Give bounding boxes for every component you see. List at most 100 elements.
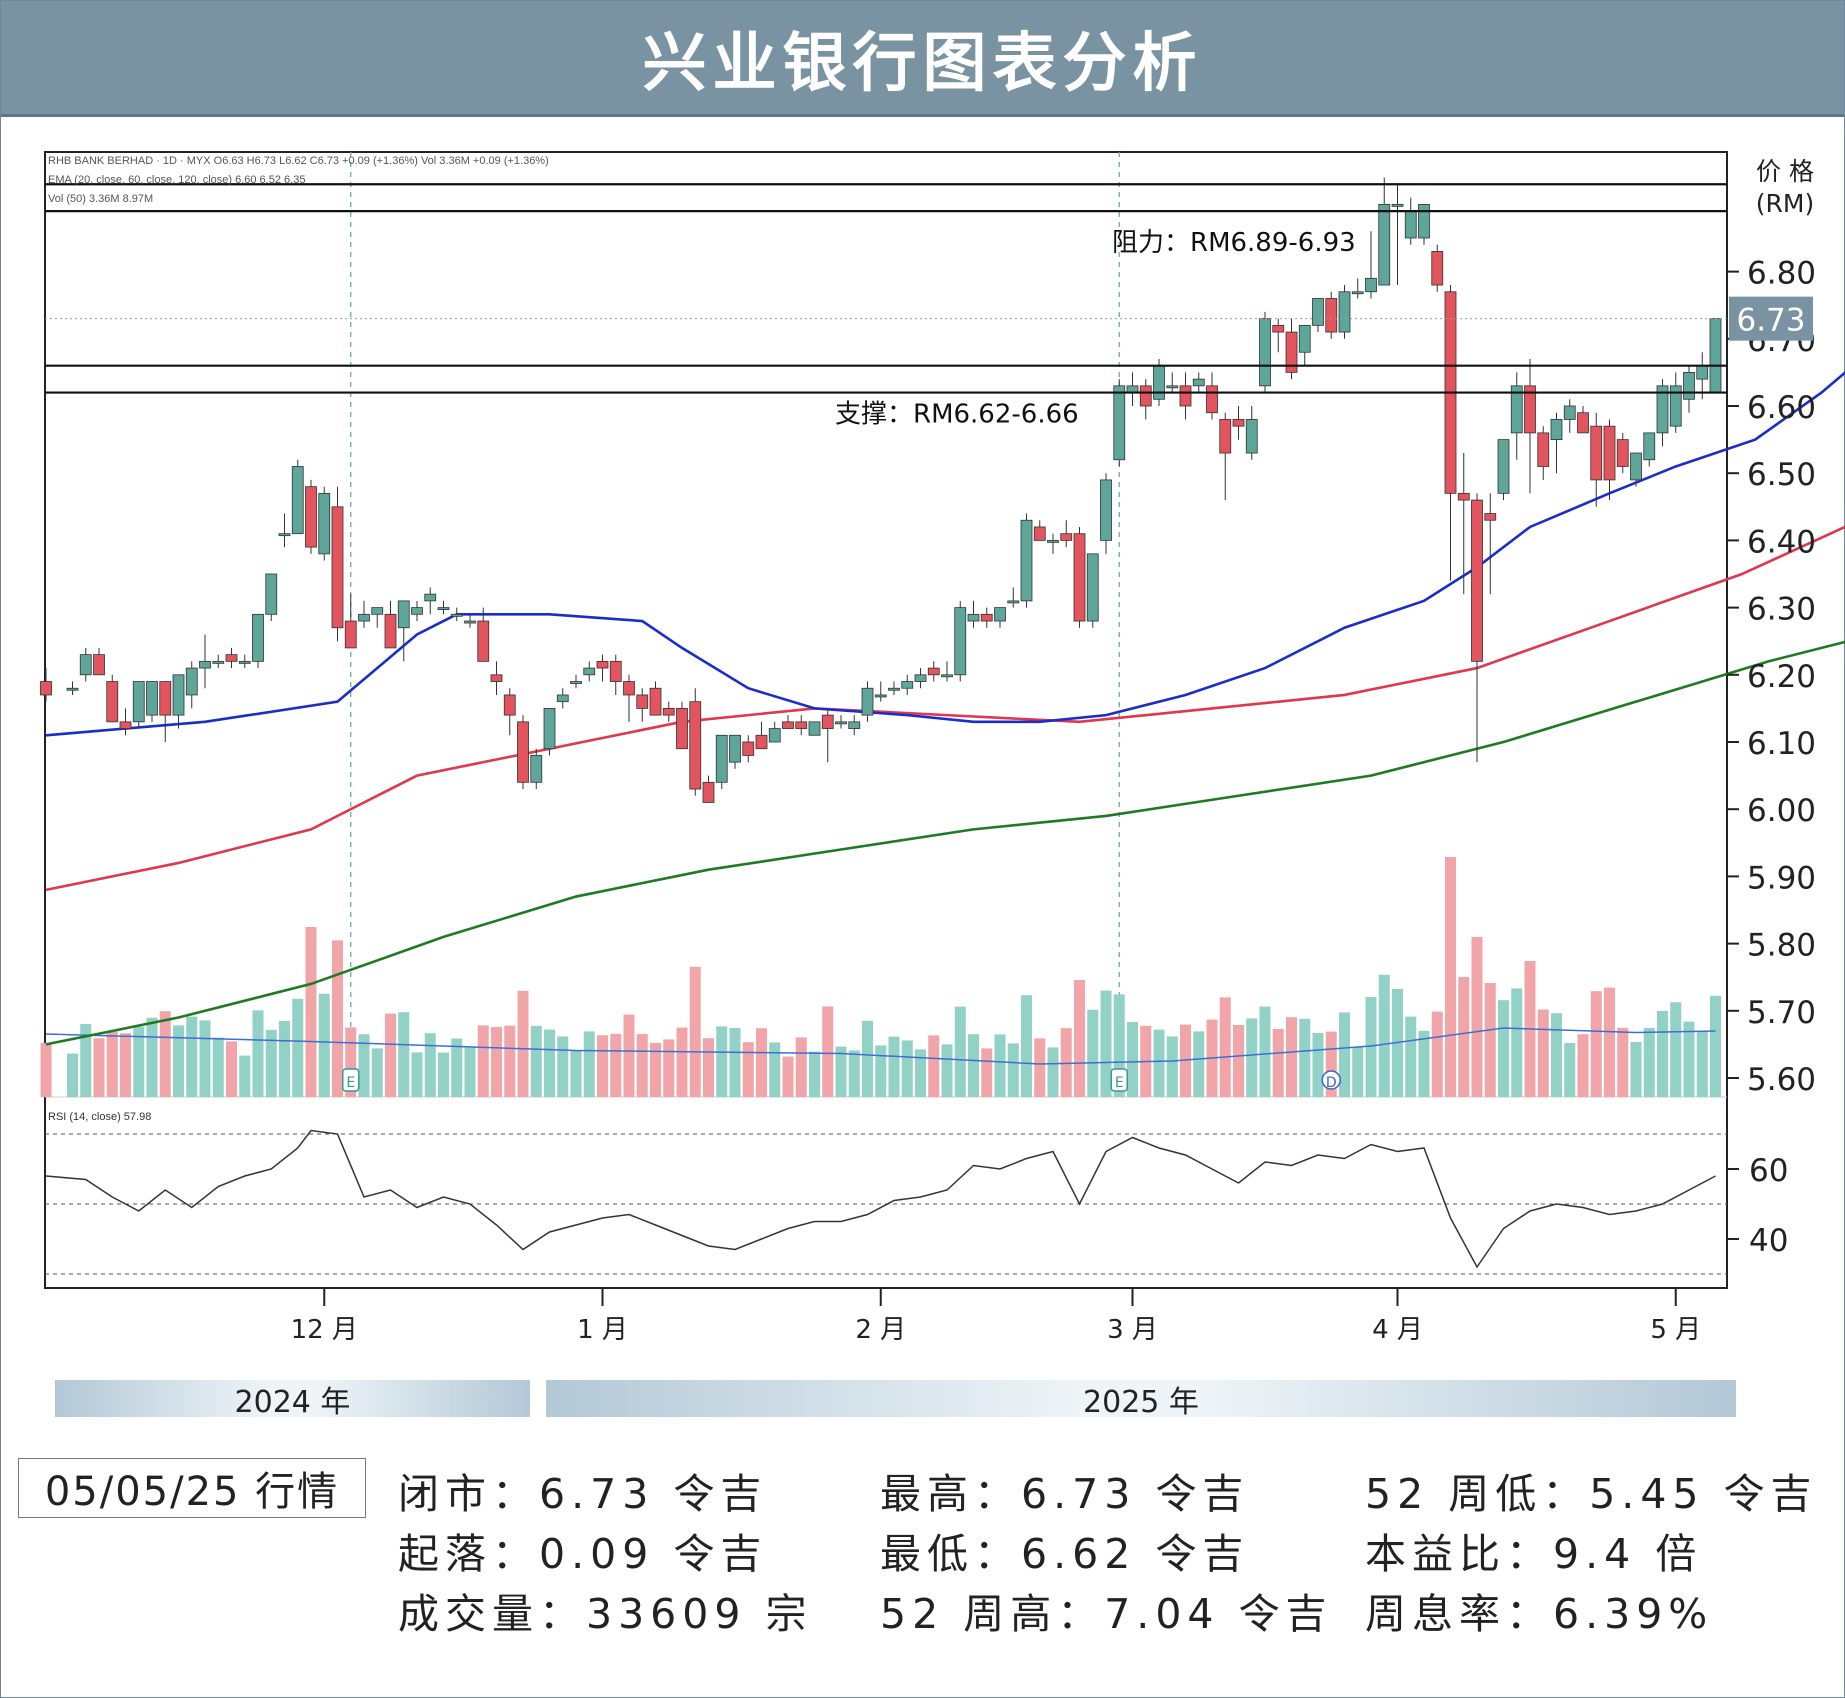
year-label-2025: 2025 年 — [546, 1380, 1736, 1420]
rsi-tick-label: 40 — [1749, 1223, 1788, 1259]
volume-bar — [663, 1039, 675, 1097]
volume-bar — [1405, 1016, 1417, 1097]
volume-bar — [1034, 1038, 1046, 1097]
candle-body — [1232, 419, 1245, 427]
candle-body — [265, 573, 278, 615]
volume-bar — [252, 1010, 264, 1097]
candle-body — [795, 721, 808, 729]
volume-bar — [901, 1040, 913, 1097]
price-tick-label: 5.60 — [1747, 1062, 1816, 1098]
volume-bar — [981, 1048, 993, 1097]
volume-bar — [1233, 1025, 1244, 1097]
volume-bar — [1511, 988, 1523, 1097]
price-tick-label: 6.80 — [1747, 256, 1816, 292]
x-tick-label: 3 月 — [1107, 1315, 1158, 1345]
candle-body — [1259, 318, 1271, 387]
candle-body — [1166, 385, 1179, 389]
candle-body — [1179, 385, 1192, 407]
volume-bar — [279, 1021, 290, 1097]
candle-body — [40, 681, 52, 696]
volume-bar — [491, 1027, 502, 1097]
volume-bar — [769, 1042, 781, 1097]
price-tick-label: 6.50 — [1747, 457, 1816, 493]
volume-bar — [1484, 983, 1496, 1097]
candle-body — [331, 506, 344, 629]
candle-body — [503, 694, 516, 716]
volume-bar — [1710, 995, 1721, 1097]
volume-bar — [1021, 995, 1032, 1097]
price-tick-label: 6.40 — [1747, 524, 1816, 560]
volume-bar — [146, 1017, 158, 1097]
candle-body — [649, 687, 662, 716]
candle-body — [278, 533, 291, 537]
candle-body — [1073, 533, 1086, 622]
candle-body — [994, 607, 1006, 622]
volume-bar — [1418, 1030, 1430, 1097]
volume-bar — [703, 1038, 714, 1097]
x-tick-label: 4 月 — [1372, 1315, 1423, 1345]
stat-yield: 周息率：6.39% — [1365, 1590, 1714, 1638]
volume-bar — [292, 998, 304, 1097]
candle-body — [1139, 385, 1152, 407]
candle-body — [914, 674, 927, 682]
candle-body — [172, 674, 185, 716]
candle-body — [543, 708, 556, 750]
volume-bar — [1551, 1013, 1562, 1097]
volume-bar — [530, 1025, 542, 1097]
candle-body — [199, 660, 211, 669]
volume-bar — [994, 1034, 1006, 1097]
volume-bars — [40, 857, 1721, 1097]
volume-bar — [822, 1006, 834, 1097]
candle-body — [252, 613, 264, 662]
volume-bar — [1617, 1027, 1629, 1097]
candle-body — [132, 681, 145, 723]
volume-bar — [1564, 1043, 1576, 1097]
volume-bar — [40, 1043, 52, 1097]
x-tick-label: 1 月 — [577, 1315, 628, 1345]
candle-body — [676, 708, 688, 750]
candle-body — [702, 781, 715, 803]
stat-change: 起落：0.09 令吉 — [398, 1530, 768, 1578]
volume-bar — [862, 1020, 873, 1097]
candle-body — [821, 714, 834, 729]
candle-body — [1418, 203, 1430, 239]
candle-body — [1272, 324, 1285, 333]
candle-body — [1245, 419, 1258, 454]
volume-bar — [636, 1034, 648, 1097]
candle-body — [119, 721, 132, 729]
volume-bar — [186, 1016, 198, 1097]
volume-bar — [1683, 1021, 1695, 1097]
candle-body — [477, 620, 490, 662]
candle-body — [305, 486, 317, 548]
rsi-tick-label: 60 — [1749, 1153, 1788, 1189]
candle-body — [1020, 519, 1033, 602]
candle-body — [715, 734, 728, 783]
volume-bar — [1630, 1042, 1642, 1097]
candle-body — [79, 654, 92, 676]
candle-body — [1497, 439, 1510, 494]
candle-body — [424, 593, 437, 602]
volume-bar — [1166, 1036, 1178, 1097]
candle-body — [291, 466, 304, 535]
candle-body — [1033, 526, 1046, 541]
candle-body — [159, 681, 172, 716]
volume-bar — [570, 1050, 582, 1097]
volume-bar — [742, 1042, 754, 1097]
candle-body — [782, 721, 794, 729]
stat-52w-low: 52 周低：5.45 令吉 — [1365, 1470, 1818, 1518]
candle-body — [1683, 371, 1695, 400]
candle-body — [1643, 432, 1656, 461]
volume-bar — [1299, 1018, 1311, 1097]
volume-bar — [1100, 990, 1112, 1097]
candle-body — [808, 721, 821, 736]
volume-bar — [809, 1051, 820, 1097]
volume-bar — [1193, 1031, 1205, 1097]
candle-body — [225, 654, 238, 662]
candle-body — [1378, 203, 1391, 286]
legend-line-2: Vol (50) 3.36M 8.97M — [48, 193, 153, 205]
volume-bar — [173, 1025, 184, 1097]
volume-bar — [93, 1038, 105, 1097]
candle-body — [212, 660, 225, 664]
volume-bar — [544, 1029, 555, 1097]
volume-bar — [1352, 1047, 1364, 1097]
